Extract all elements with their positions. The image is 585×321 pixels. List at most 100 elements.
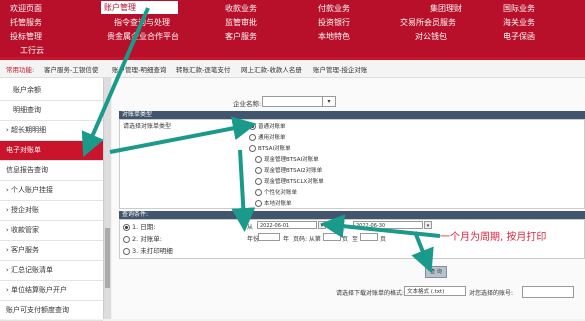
radio-label: 通用对账单: [258, 135, 286, 141]
nav-exchange-member[interactable]: 交易所会员服务: [400, 17, 456, 28]
sidebar-item-balance[interactable]: 账户余额: [0, 81, 103, 101]
nav-bidding[interactable]: 投标管理: [10, 31, 42, 42]
nav-welcome[interactable]: 欢迎页面: [10, 3, 42, 14]
radio-general-statement[interactable]: 通用对账单: [249, 133, 286, 141]
sidebar-item-e-statement[interactable]: 电子对账单: [0, 141, 103, 161]
radio-button[interactable]: [249, 145, 256, 152]
radio-button[interactable]: [255, 167, 262, 174]
email-label: 对您选择的账号:: [469, 290, 514, 297]
nav-corporate-wallet[interactable]: 对公钱包: [415, 31, 447, 42]
quick-link[interactable]: 转账汇款-逐笔支付: [176, 64, 230, 74]
radio-button[interactable]: [123, 235, 130, 243]
account-dropdown[interactable]: ▾: [322, 96, 336, 107]
chevron-down-icon: ▾: [426, 223, 430, 229]
annotation-text: 一个月为周期, 按月打印: [440, 232, 547, 243]
nav-local-features[interactable]: 本地特色: [318, 31, 350, 42]
nav-instruction-query[interactable]: 指令查询与处理: [114, 17, 170, 28]
page-from-label: 页码: 从第: [293, 236, 321, 243]
radio-label: 普通对账单: [258, 124, 286, 130]
download-format-select[interactable]: 文本格式 (.txt): [404, 286, 466, 296]
radio-button[interactable]: [123, 247, 130, 255]
by-date-option[interactable]: 1. 日期:: [123, 221, 155, 231]
sidebar-scrollbar[interactable]: [104, 78, 111, 319]
top-navigation: 欢迎页面 账户管理 收款业务 付款业务 集团理财 国际业务 托管服务 指令查询与…: [0, 0, 585, 57]
radio-button[interactable]: [249, 134, 256, 141]
radio-label: 本地对账单: [264, 201, 292, 207]
sidebar-item-customer-service[interactable]: › 客户服务: [0, 241, 103, 261]
nav-e-guarantee[interactable]: 电子保函: [503, 31, 535, 42]
end-date-picker[interactable]: ▾: [424, 221, 432, 229]
sidebar-item-label: 电子对账单: [6, 146, 41, 154]
statement-type-label: 请选择对账单类型: [123, 123, 172, 130]
radio-label: 现金管理BTSAI对账单: [264, 157, 319, 163]
scrollbar-thumb[interactable]: [105, 228, 110, 288]
page-unit: 页: [380, 236, 387, 243]
start-date-input[interactable]: 2022-06-01: [257, 221, 317, 229]
radio-cash-btsai[interactable]: 现金管理BTSAI对账单: [255, 155, 319, 163]
quick-link[interactable]: 账户管理-授企对账: [313, 64, 367, 74]
sidebar: 账户余额 明细查询 › 超长期明细 电子对账单 信息报告查询 › 个人账户挂接 …: [0, 78, 104, 321]
nav-custody[interactable]: 托管服务: [10, 17, 42, 28]
radio-button[interactable]: [255, 156, 262, 163]
radio-label: 个性化对账单: [264, 190, 298, 196]
nav-payment[interactable]: 付款业务: [318, 3, 350, 14]
sidebar-item-label: › 授企对账: [6, 206, 40, 214]
radio-button[interactable]: [249, 123, 256, 130]
radio-button[interactable]: [255, 178, 262, 185]
account-label: 企业名称:: [233, 100, 262, 108]
query-button[interactable]: 查 询: [425, 266, 447, 278]
nav-customs[interactable]: 海关业务: [503, 17, 535, 28]
radio-cash-btsai2[interactable]: 现金管理BTSAI2对账单: [255, 166, 322, 174]
radio-label: 现金管理BTSAI2对账单: [264, 168, 323, 174]
radio-button[interactable]: [255, 200, 262, 207]
sidebar-item-payable-quota[interactable]: 账户可支付额度查询: [0, 301, 103, 321]
by-statement-label: 2. 对账单:: [132, 235, 162, 243]
sidebar-item-detail-query[interactable]: 明细查询: [0, 101, 103, 121]
radio-local-statement[interactable]: 本地对账单: [255, 199, 292, 207]
radio-button[interactable]: [123, 223, 130, 231]
page-from-input[interactable]: [323, 233, 341, 241]
quick-function-bar: 常用功能: 客户服务-工银信使 账户管理-明细查询 转账汇款-逐笔支付 网上汇款…: [0, 60, 585, 78]
radio-btsai-statement[interactable]: BTSAI对账单: [249, 144, 291, 152]
sidebar-item-label: 账户余额: [13, 86, 41, 94]
nav-supervision[interactable]: 监管审批: [225, 17, 257, 28]
nav-account-management[interactable]: 账户管理: [101, 1, 178, 14]
end-date-input[interactable]: 2022-06-30: [353, 221, 423, 229]
nav-customer-service[interactable]: 客户服务: [225, 31, 257, 42]
nav-investment-banking[interactable]: 投资银行: [318, 17, 350, 28]
statement-type-header: 对账单类型: [119, 111, 585, 119]
sidebar-item-summary-list[interactable]: › 汇总记账清单: [0, 261, 103, 281]
nav-precious-metals[interactable]: 贵金属企业合作平台: [107, 31, 179, 42]
sidebar-item-collection-manager[interactable]: › 收款管家: [0, 221, 103, 241]
quick-link[interactable]: 账户管理-明细查询: [112, 64, 166, 74]
sidebar-item-info-report[interactable]: 信息报告查询: [0, 161, 103, 181]
radio-label: 现金管理BTSCLX对账单: [264, 179, 324, 185]
sidebar-item-bank-reconciliation[interactable]: › 授企对账: [0, 201, 103, 221]
sidebar-item-long-term-detail[interactable]: › 超长期明细: [0, 121, 103, 141]
radio-button[interactable]: [255, 189, 262, 196]
year-select[interactable]: [258, 233, 280, 241]
nav-collection[interactable]: 收款业务: [225, 3, 257, 14]
nav-group-finance[interactable]: 集团理财: [430, 3, 462, 14]
radio-cash-btsclx[interactable]: 现金管理BTSCLX对账单: [255, 177, 324, 185]
statement-type-panel: [119, 119, 585, 209]
sidebar-item-account-opening[interactable]: › 单位结算账户开户: [0, 281, 103, 301]
email-account-input[interactable]: [522, 286, 574, 298]
chevron-down-icon: ▾: [327, 98, 331, 105]
year-unit: 年: [283, 236, 290, 243]
quick-link[interactable]: 客户服务-工银信使: [44, 64, 98, 74]
format-value: 文本格式 (.txt): [407, 289, 445, 295]
quick-link[interactable]: 网上汇款-收款人名册: [241, 64, 302, 74]
radio-normal-statement[interactable]: 普通对账单: [249, 122, 286, 130]
nav-international[interactable]: 国际业务: [503, 3, 535, 14]
account-select-field[interactable]: [262, 96, 324, 107]
radio-custom-statement[interactable]: 个性化对账单: [255, 188, 297, 196]
radio-label: BTSAI对账单: [258, 146, 291, 152]
nav-icbc-cloud[interactable]: 工行云: [20, 45, 44, 56]
start-date-picker[interactable]: ▾: [318, 221, 326, 229]
page-to-input[interactable]: [360, 233, 378, 241]
unprinted-label: 3. 未打印明细: [132, 247, 173, 255]
by-statement-option[interactable]: 2. 对账单:: [123, 233, 162, 243]
unprinted-option[interactable]: 3. 未打印明细: [123, 245, 173, 255]
sidebar-item-personal-link[interactable]: › 个人账户挂接: [0, 181, 103, 201]
